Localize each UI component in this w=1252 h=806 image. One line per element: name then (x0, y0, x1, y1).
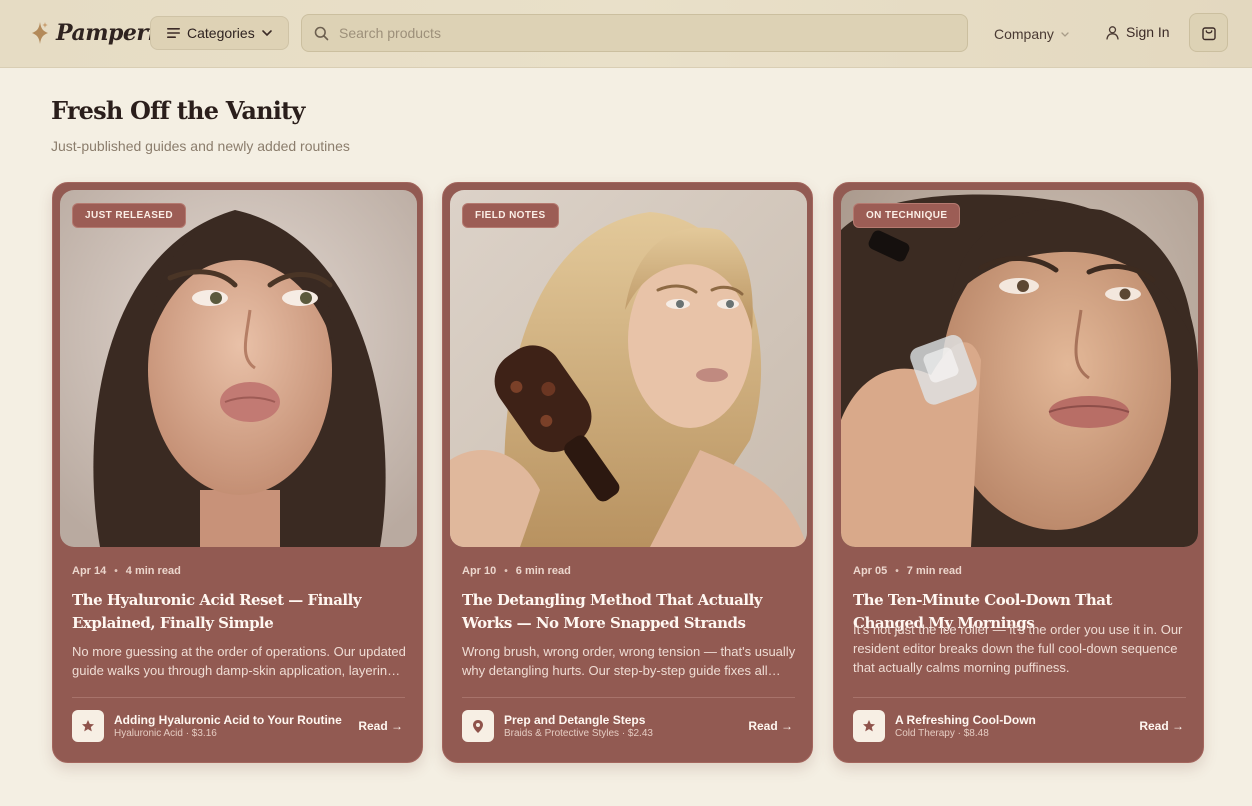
company-label: Company (994, 26, 1054, 42)
article-meta: Apr 10 • 6 min read (462, 565, 571, 577)
category-tag: FIELD NOTES (462, 203, 559, 228)
article-description: No more guessing at the order of operati… (72, 644, 406, 678)
star-icon (863, 720, 875, 732)
page-subtitle: Just-published guides and newly added ro… (51, 138, 350, 154)
portrait-illustration (450, 190, 807, 547)
menu-icon (167, 28, 180, 38)
read-link[interactable]: Read → (1139, 719, 1184, 733)
categories-label: Categories (187, 25, 255, 41)
product-meta: Braids & Protective Styles · $2.43 (504, 728, 653, 739)
article-title[interactable]: The Detangling Method That Actually Work… (462, 589, 792, 635)
read-link[interactable]: Read → (748, 719, 793, 733)
article-photo (450, 190, 807, 547)
sign-in-label: Sign In (1126, 24, 1170, 40)
article-meta: Apr 14 • 4 min read (72, 565, 181, 577)
publish-date: Apr 05 (853, 565, 888, 577)
article-card[interactable]: ON TECHNIQUE Apr 05 • 7 min read The Ten… (833, 182, 1204, 763)
map-pin-icon (473, 719, 483, 733)
product-icon-tile (462, 710, 494, 742)
article-card[interactable]: JUST RELEASED Apr 14 • 4 min read The Hy… (52, 182, 423, 763)
category-tag: JUST RELEASED (72, 203, 186, 228)
sign-in-link[interactable]: Sign In (1105, 22, 1170, 42)
publish-date: Apr 14 (72, 565, 107, 577)
chevron-down-icon (261, 30, 272, 37)
star-icon (82, 720, 94, 732)
divider (462, 697, 795, 698)
divider (853, 697, 1186, 698)
portrait-illustration (841, 190, 1198, 547)
search-input[interactable] (339, 25, 939, 41)
article-description: It's not just the ice roller — it's the … (853, 622, 1183, 675)
shopping-bag-icon (1201, 27, 1216, 41)
article-photo (60, 190, 417, 547)
page-title: Fresh Off the Vanity (51, 96, 305, 125)
article-meta: Apr 05 • 7 min read (853, 565, 962, 577)
article-title[interactable]: The Hyaluronic Acid Reset — Finally Expl… (72, 589, 402, 635)
product-name[interactable]: Adding Hyaluronic Acid to Your Routine (114, 713, 342, 727)
chevron-down-icon (1061, 31, 1069, 37)
sparkle-logo-icon (32, 22, 48, 44)
read-time: 4 min read (125, 565, 181, 577)
publish-date: Apr 10 (462, 565, 497, 577)
read-link[interactable]: Read → (358, 719, 403, 733)
top-navigation-bar: Pamperng Categories Company Sign In (0, 0, 1252, 68)
product-icon-tile (72, 710, 104, 742)
article-description: Wrong brush, wrong order, wrong tension … (462, 644, 796, 678)
product-meta: Cold Therapy · $8.48 (895, 728, 989, 739)
portrait-illustration (60, 190, 417, 547)
search-icon (314, 26, 329, 40)
categories-button[interactable]: Categories (150, 16, 289, 50)
search-bar (301, 14, 968, 52)
product-name[interactable]: Prep and Detangle Steps (504, 713, 645, 727)
read-time: 6 min read (515, 565, 571, 577)
company-menu[interactable]: Company (994, 24, 1070, 44)
user-icon (1106, 25, 1119, 40)
divider (72, 697, 405, 698)
separator-dot: • (504, 565, 508, 577)
separator-dot: • (114, 565, 118, 577)
article-card[interactable]: FIELD NOTES Apr 10 • 6 min read The Deta… (442, 182, 813, 763)
read-time: 7 min read (906, 565, 962, 577)
product-meta: Hyaluronic Acid · $3.16 (114, 728, 217, 739)
product-name[interactable]: A Refreshing Cool-Down (895, 713, 1036, 727)
product-icon-tile (853, 710, 885, 742)
article-photo (841, 190, 1198, 547)
category-tag: ON TECHNIQUE (853, 203, 961, 228)
cart-button[interactable] (1189, 13, 1228, 52)
separator-dot: • (895, 565, 899, 577)
